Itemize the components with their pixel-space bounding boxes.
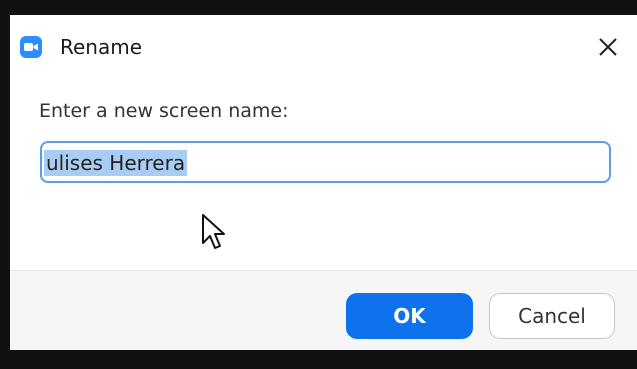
dialog-footer: OK Cancel (10, 270, 637, 350)
dialog-title: Rename (60, 35, 143, 59)
mouse-pointer-icon (201, 213, 227, 257)
ok-button[interactable]: OK (346, 293, 473, 339)
title-bar: Rename (10, 15, 637, 75)
screen-name-value[interactable]: ulises Herrera (44, 150, 188, 176)
zoom-video-icon (20, 36, 42, 58)
close-button[interactable] (590, 30, 626, 64)
screen-name-prompt: Enter a new screen name: (39, 100, 289, 122)
rename-dialog: Rename Enter a new screen name: ulises H… (10, 15, 637, 350)
screen-name-input[interactable]: ulises Herrera (40, 141, 611, 183)
close-icon (599, 38, 617, 56)
cancel-button[interactable]: Cancel (489, 293, 615, 339)
